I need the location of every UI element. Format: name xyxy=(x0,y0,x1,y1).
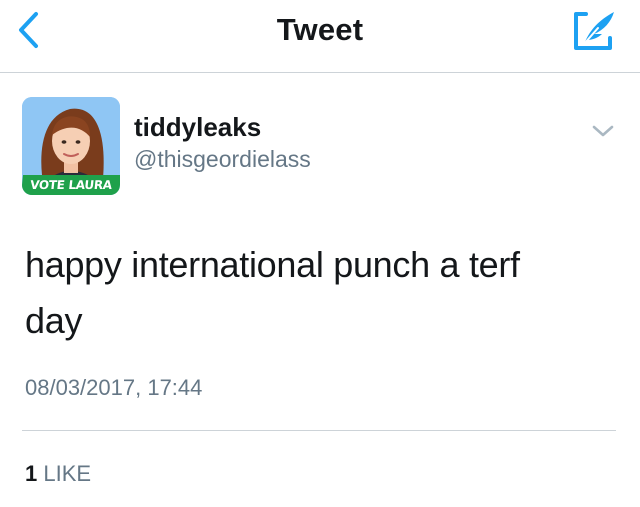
avatar[interactable]: VOTE LAURA xyxy=(22,97,120,195)
avatar-badge-text: VOTE LAURA xyxy=(22,175,120,195)
likes-label: LIKE xyxy=(43,461,92,486)
divider xyxy=(22,430,616,431)
likes-count: 1 xyxy=(25,461,38,486)
author-display-name[interactable]: tiddyleaks xyxy=(134,112,261,143)
tweet-timestamp: 08/03/2017, 17:44 xyxy=(25,375,203,400)
navigation-bar: Tweet xyxy=(0,0,640,73)
likes-count-link[interactable]: 1 LIKE xyxy=(25,461,91,487)
chevron-down-icon xyxy=(592,125,614,137)
author-handle[interactable]: @thisgeordielass xyxy=(134,146,311,173)
tweet-menu-button[interactable] xyxy=(590,120,616,142)
compose-feather-icon xyxy=(574,12,614,50)
tweet-text: happy international punch a terf day xyxy=(25,244,520,341)
page-title: Tweet xyxy=(276,12,364,47)
compose-button[interactable] xyxy=(572,8,618,52)
